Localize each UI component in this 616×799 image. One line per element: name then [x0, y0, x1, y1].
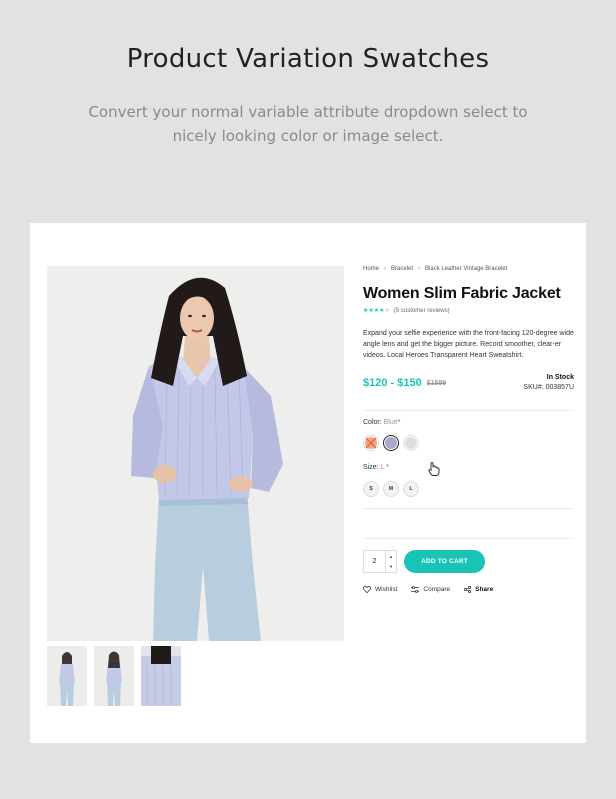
breadcrumb-home[interactable]: Home	[363, 266, 379, 272]
thumbnail-3[interactable]	[141, 646, 181, 706]
product-price: $120 - $150 $1599	[363, 377, 446, 389]
main-product-image[interactable]	[47, 266, 344, 641]
decrement-arrow-icon[interactable]: ▼	[386, 562, 396, 573]
breadcrumb-category[interactable]: Bracelet	[391, 266, 413, 272]
hero-title: Product Variation Swatches	[126, 44, 490, 74]
old-price: $1599	[426, 379, 447, 387]
required-mark: *	[397, 419, 401, 426]
heart-icon	[363, 586, 371, 593]
divider	[363, 410, 574, 411]
color-swatch-blue[interactable]	[383, 435, 399, 451]
stock-status: In Stock	[546, 374, 574, 381]
share-link[interactable]: Share	[464, 586, 493, 593]
color-label: Color: Blue*	[363, 419, 400, 426]
breadcrumb: Home › Bracelet › Black Leather Vintage …	[363, 266, 507, 272]
size-label-text: Size:	[363, 464, 379, 471]
color-label-text: Color:	[363, 419, 382, 426]
sku: SKU#: 003857U	[523, 384, 574, 391]
size-selected-value: L	[380, 464, 385, 471]
star-rating-icon: ★★★★★	[363, 308, 390, 314]
product-description: Expand your selfie experience with the f…	[363, 330, 574, 359]
product-rating[interactable]: ★★★★★ (5 customer reviews)	[363, 307, 450, 315]
color-selected-value: Blue	[383, 419, 398, 426]
stock-info: In Stock SKU#: 003857U	[523, 373, 574, 393]
compare-link[interactable]: Compare	[411, 586, 450, 593]
product-actions: Wishlist Compare Share	[363, 586, 507, 593]
size-option-s[interactable]: S	[363, 481, 379, 497]
thumbnail-1[interactable]	[47, 646, 87, 706]
color-swatch-orange[interactable]	[363, 435, 379, 451]
share-icon	[464, 586, 472, 593]
size-option-l[interactable]: L	[403, 481, 419, 497]
wishlist-label: Wishlist	[375, 586, 398, 593]
unavailable-cross-icon	[365, 437, 377, 449]
color-swatch-grey[interactable]	[403, 435, 419, 451]
chevron-right-icon: ›	[418, 266, 421, 272]
swatch-color	[405, 437, 417, 449]
product-card: Home › Bracelet › Black Leather Vintage …	[30, 223, 586, 743]
share-label: Share	[475, 586, 494, 593]
current-price: $120 - $150	[363, 377, 422, 389]
add-to-cart-button[interactable]: ADD TO CART	[404, 550, 485, 573]
size-label: Size: L *	[363, 464, 389, 471]
wishlist-link[interactable]: Wishlist	[363, 586, 397, 593]
required-mark: *	[386, 464, 389, 471]
product-title: Women Slim Fabric Jacket	[363, 285, 561, 302]
compare-sliders-icon	[411, 586, 420, 593]
thumbnail-2[interactable]	[94, 646, 134, 706]
quantity-input[interactable]: 2	[364, 551, 386, 572]
size-option-m[interactable]: M	[383, 481, 399, 497]
breadcrumb-current: Black Leather Vintage Bracelet	[425, 266, 508, 272]
divider	[363, 508, 574, 509]
hand-cursor-icon	[428, 462, 440, 476]
compare-label: Compare	[423, 586, 451, 593]
divider	[363, 538, 574, 539]
swatch-color	[385, 437, 397, 449]
review-count[interactable]: (5 customer reviews)	[394, 308, 450, 314]
quantity-stepper[interactable]: 2 ▲ ▼	[363, 550, 397, 573]
chevron-right-icon: ›	[384, 266, 387, 272]
increment-arrow-icon[interactable]: ▲	[386, 551, 396, 562]
hero-subtitle: Convert your normal variable attribute d…	[88, 103, 528, 145]
